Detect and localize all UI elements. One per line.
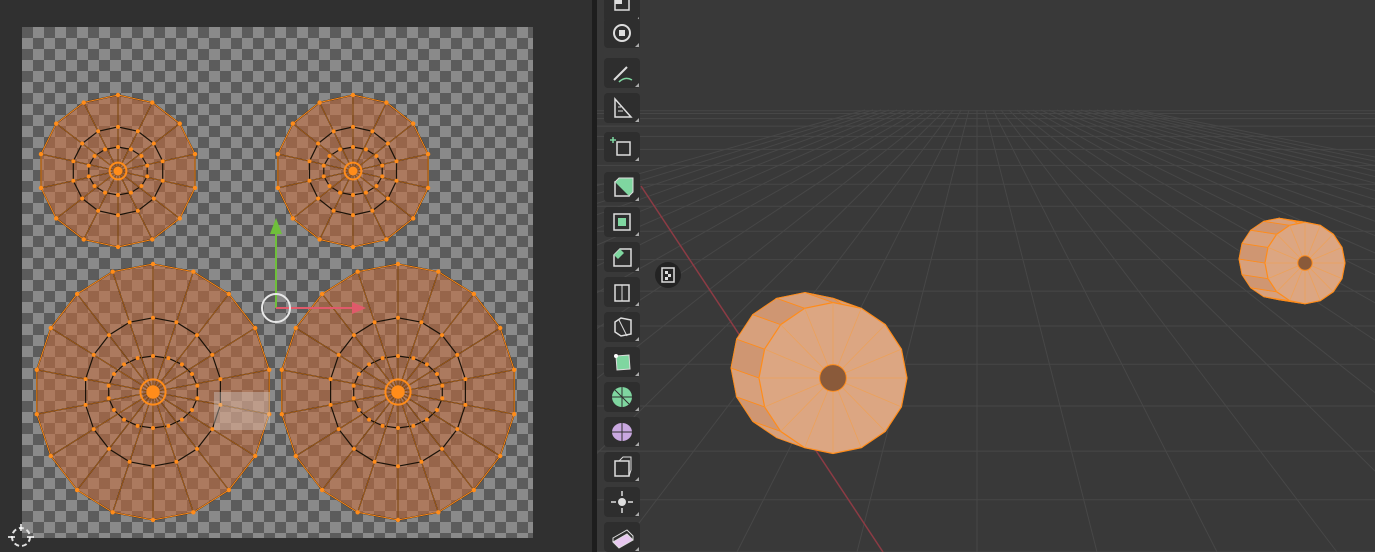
shrink-fatten-icon: [611, 491, 633, 513]
tool-variants-corner-icon: [635, 512, 639, 516]
extrude-region-tool[interactable]: [604, 172, 640, 202]
tool-variants-corner-icon: [635, 157, 639, 161]
loop-cut-tool[interactable]: [604, 277, 640, 307]
knife-tool[interactable]: [604, 312, 640, 342]
uv-canvas[interactable]: [0, 0, 592, 552]
floor-grid: [597, 109, 1375, 552]
edge-slide-icon: [614, 456, 632, 477]
extrude-region-icon: [614, 177, 634, 197]
poly-build-icon: [614, 354, 631, 371]
inset-faces-tool[interactable]: [604, 207, 640, 237]
viewport-canvas[interactable]: [597, 0, 1375, 552]
spin-tool[interactable]: [604, 382, 640, 412]
3d-viewport[interactable]: [597, 0, 1375, 552]
annotate-icon: [613, 66, 633, 83]
measure-icon: [614, 97, 633, 118]
near-cylinder-hub[interactable]: [730, 291, 908, 455]
far-cylinder-hub[interactable]: [1238, 217, 1346, 305]
cursor-tool[interactable]: [604, 18, 640, 48]
cursor-icon: [613, 24, 631, 42]
selected-uv-face[interactable]: [214, 392, 270, 430]
add-cube-icon: [610, 137, 631, 156]
shear-icon: [612, 529, 634, 549]
tool-variants-corner-icon: [635, 477, 639, 481]
tool-shelf: [601, 0, 645, 552]
annotate-tool[interactable]: [604, 58, 640, 88]
tool-variants-corner-icon: [635, 302, 639, 306]
tool-variants-corner-icon: [635, 442, 639, 446]
inset-faces-icon: [613, 213, 631, 231]
shear-tool[interactable]: [604, 522, 640, 552]
tool-variants-corner-icon: [635, 372, 639, 376]
tool-variants-corner-icon: [635, 232, 639, 236]
smooth-icon: [612, 423, 632, 441]
transform-object-icon[interactable]: [655, 262, 681, 288]
loop-cut-icon: [614, 284, 630, 302]
bevel-tool[interactable]: [604, 242, 640, 272]
spin-icon: [612, 387, 632, 407]
tool-variants-corner-icon: [635, 118, 639, 122]
tool-variants-corner-icon: [635, 43, 639, 47]
edge-slide-tool[interactable]: [604, 452, 640, 482]
tool-variants-corner-icon: [635, 547, 639, 551]
tool-variants-corner-icon: [635, 407, 639, 411]
tool-variants-corner-icon: [635, 267, 639, 271]
tool-variants-corner-icon: [635, 337, 639, 341]
bevel-icon: [613, 248, 632, 267]
uv-editor[interactable]: [0, 0, 592, 552]
smooth-tool[interactable]: [604, 417, 640, 447]
add-cube-tool[interactable]: [604, 132, 640, 162]
measure-tool[interactable]: [604, 93, 640, 123]
poly-build-tool[interactable]: [604, 347, 640, 377]
knife-icon: [614, 317, 632, 337]
tool-variants-corner-icon: [635, 197, 639, 201]
shrink-fatten-tool[interactable]: [604, 487, 640, 517]
tool-variants-corner-icon: [635, 83, 639, 87]
